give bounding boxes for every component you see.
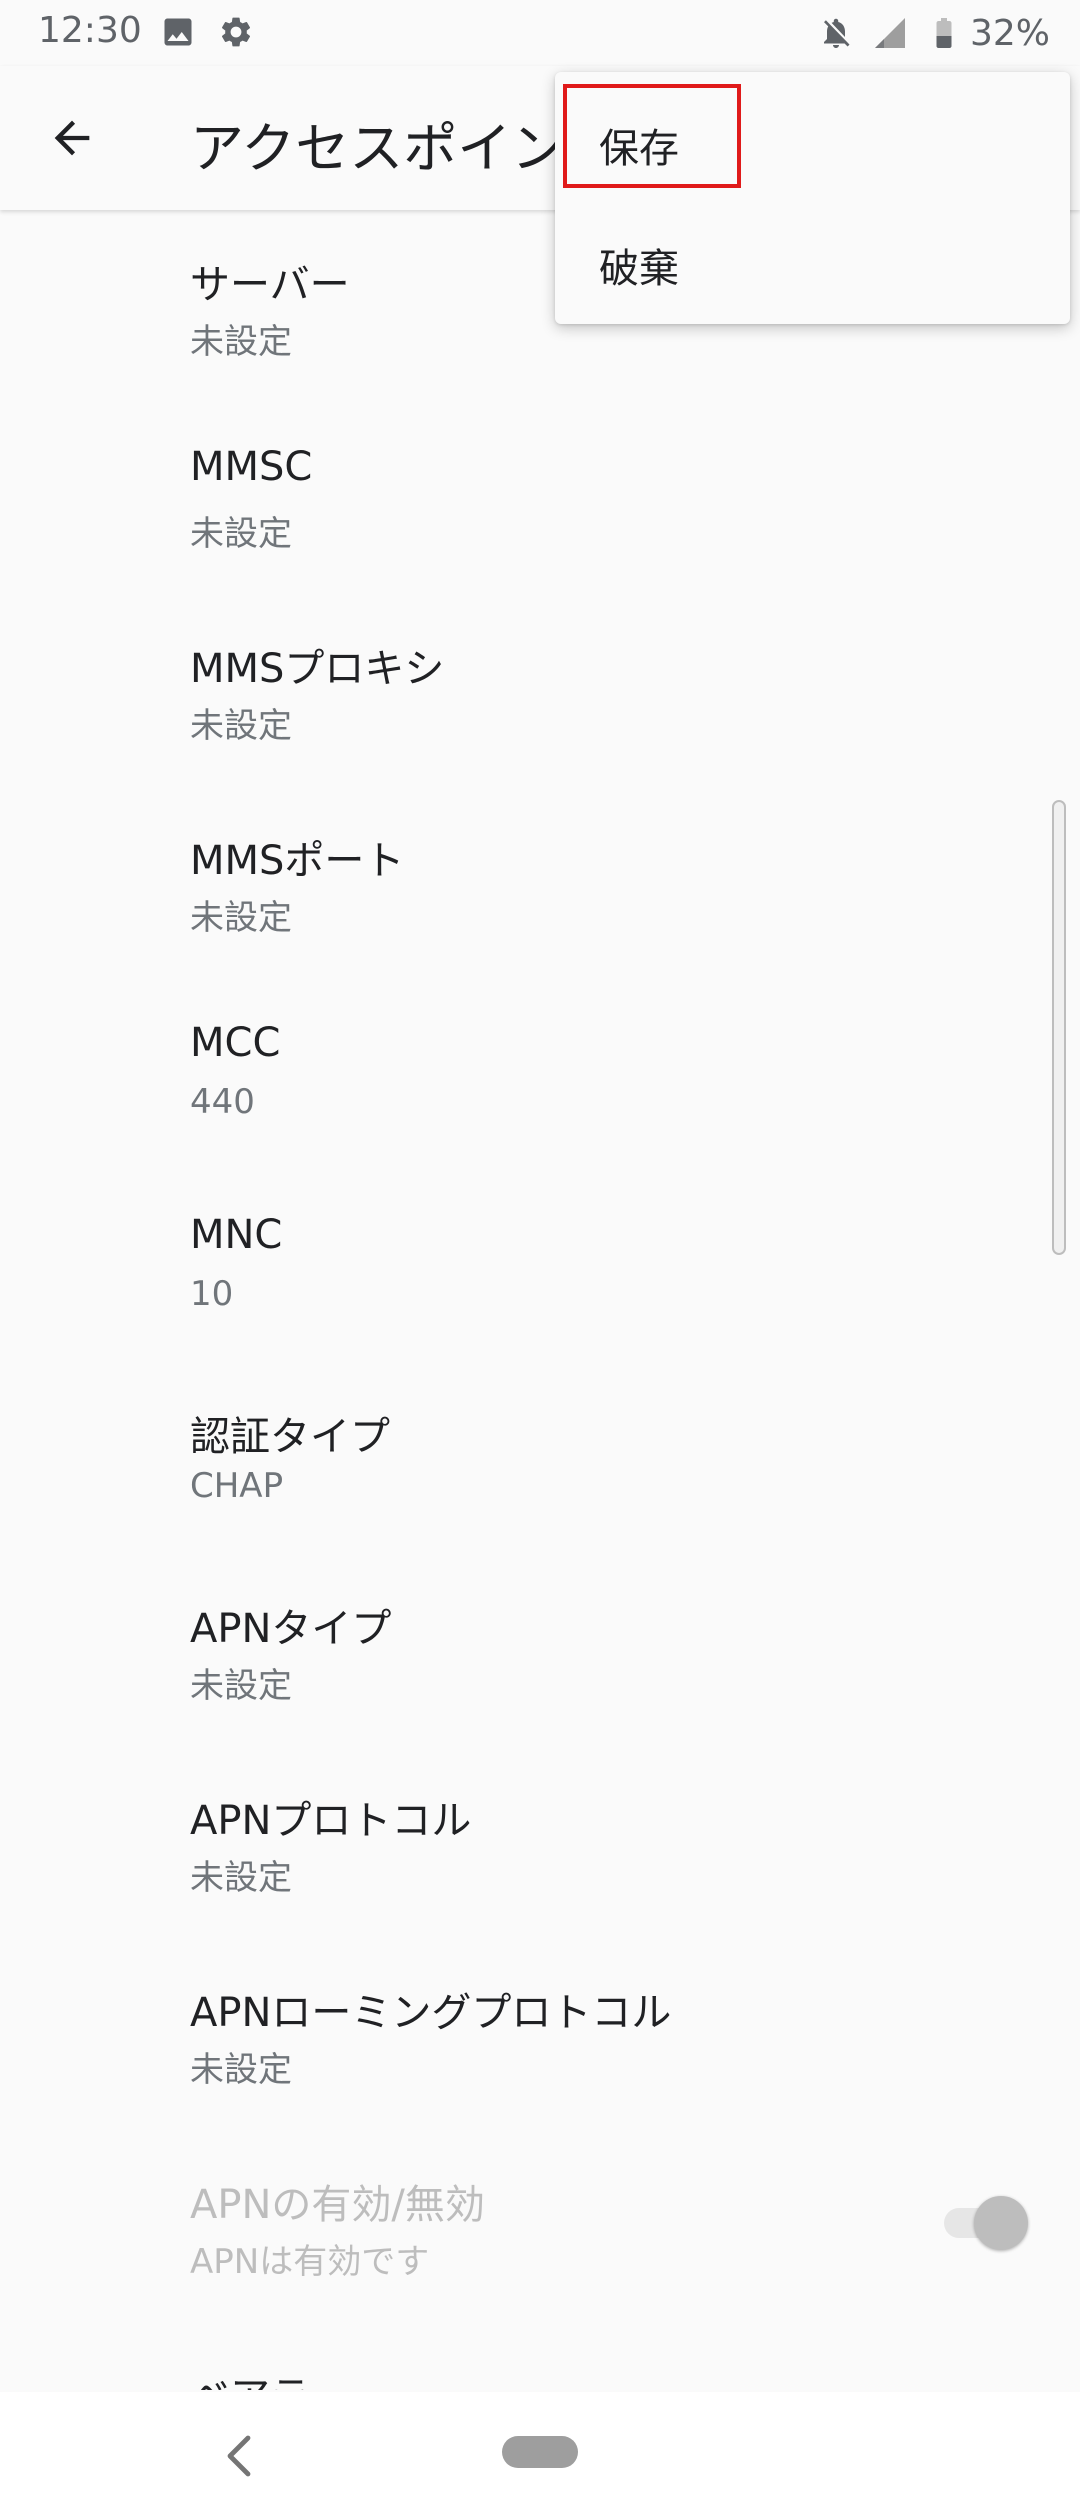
pref-apn-protocol[interactable]: APNプロトコル 未設定: [0, 1746, 1080, 1938]
screen: 12:30 32% アクセスポイント サーバー 未設定 MMSC 未設定 MMS…: [0, 0, 1080, 2520]
menu-item-label: 破棄: [599, 246, 679, 292]
signal-icon: [872, 15, 908, 51]
settings-gear-icon: [218, 14, 254, 50]
pref-summary: 未設定: [190, 1858, 292, 1898]
pref-title: APNプロトコル: [190, 1798, 472, 1844]
pref-summary: 未設定: [190, 898, 292, 938]
pref-title: APNタイプ: [190, 1606, 392, 1652]
apn-enable-toggle: [938, 2192, 1028, 2252]
notifications-off-icon: [818, 15, 854, 51]
pref-mms-port[interactable]: MMSポート 未設定: [0, 786, 1080, 978]
battery-percent: 32%: [969, 12, 1050, 54]
menu-item-discard[interactable]: 破棄: [555, 200, 1070, 320]
pref-title: MMSプロキシ: [190, 646, 445, 692]
pref-summary: 未設定: [190, 322, 292, 362]
pref-title: APNの有効/無効: [190, 2182, 485, 2228]
pref-summary: 未設定: [190, 514, 292, 554]
back-arrow-icon: [54, 120, 90, 156]
pref-title: 認証タイプ: [190, 1414, 390, 1460]
pref-apn-roaming-protocol[interactable]: APNローミングプロトコル 未設定: [0, 1938, 1080, 2130]
toggle-thumb: [974, 2196, 1028, 2250]
nav-home-pill-icon[interactable]: [502, 2436, 578, 2468]
pref-summary: CHAP: [190, 1466, 284, 1506]
pref-title: MMSC: [190, 444, 313, 490]
pref-mms-proxy[interactable]: MMSプロキシ 未設定: [0, 594, 1080, 786]
pref-mcc[interactable]: MCC 440: [0, 978, 1080, 1170]
pref-mmsc[interactable]: MMSC 未設定: [0, 402, 1080, 594]
pref-title: ベアラー: [190, 2364, 350, 2390]
nav-bar: [0, 2392, 1080, 2520]
preference-list: サーバー 未設定 MMSC 未設定 MMSプロキシ 未設定 MMSポート 未設定…: [0, 210, 1080, 2390]
status-time: 12:30: [38, 10, 142, 51]
pref-title: MNC: [190, 1212, 283, 1258]
pref-summary: 440: [190, 1082, 255, 1122]
back-button[interactable]: [40, 106, 104, 170]
pref-summary: 未設定: [190, 706, 292, 746]
pref-bearer[interactable]: ベアラー: [0, 2322, 1080, 2390]
status-right-group: 32%: [818, 10, 1050, 56]
pref-apn-type[interactable]: APNタイプ 未設定: [0, 1554, 1080, 1746]
pref-title: APNローミングプロトコル: [190, 1990, 672, 2036]
pref-mnc[interactable]: MNC 10: [0, 1170, 1080, 1362]
pref-summary: 未設定: [190, 1666, 292, 1706]
pref-apn-enable: APNの有効/無効 APNは有効です: [0, 2130, 1080, 2322]
pref-auth-type[interactable]: 認証タイプ CHAP: [0, 1362, 1080, 1554]
pref-summary: 10: [190, 1274, 234, 1314]
pref-title: MCC: [190, 1020, 281, 1066]
nav-back-icon[interactable]: [220, 2432, 260, 2480]
save-highlight-box: [563, 84, 741, 188]
pref-summary: APNは有効です: [190, 2242, 430, 2282]
image-icon: [160, 14, 196, 50]
pref-title: MMSポート: [190, 838, 405, 884]
pref-title: サーバー: [190, 262, 350, 308]
scrollbar[interactable]: [1052, 800, 1066, 1255]
pref-summary: 未設定: [190, 2050, 292, 2090]
status-bar: 12:30 32%: [0, 0, 1080, 66]
battery-icon: [926, 15, 962, 51]
